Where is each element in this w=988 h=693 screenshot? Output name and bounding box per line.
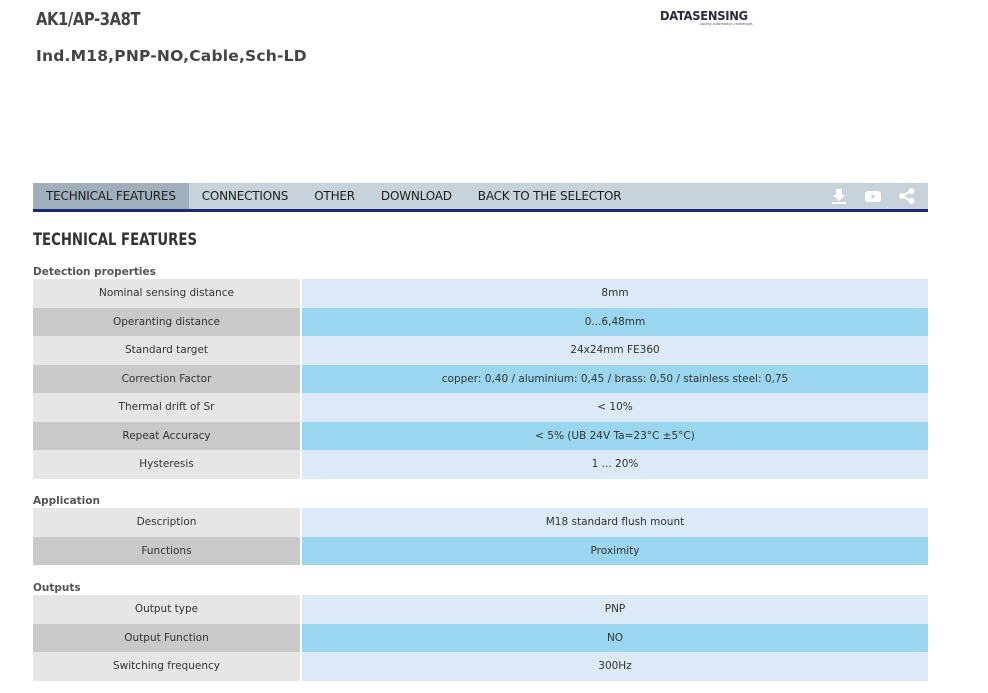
row-value: 8mm: [302, 279, 928, 308]
tab-connections[interactable]: CONNECTIONS: [189, 183, 301, 209]
row-value: < 10%: [302, 393, 928, 422]
product-page: AK1/AP-3A8T Ind.M18,PNP-NO,Cable,Sch-LD …: [0, 0, 988, 693]
tab-technical-features[interactable]: TECHNICAL FEATURES: [33, 183, 189, 209]
group-title-outputs: Outputs: [33, 582, 81, 594]
table-row: Correction Factor copper: 0,40 / alumini…: [33, 364, 928, 393]
product-description: Ind.M18,PNP-NO,Cable,Sch-LD: [36, 47, 307, 65]
tab-icon-group: [830, 183, 928, 209]
youtube-icon[interactable]: [864, 187, 882, 205]
row-label: Output Function: [33, 623, 302, 652]
table-row: Switching frequency 300Hz: [33, 652, 928, 681]
table-row: Output Function NO: [33, 623, 928, 652]
row-label: Operanting distance: [33, 307, 302, 336]
row-label: Hysteresis: [33, 450, 302, 479]
row-label: Switching frequency: [33, 652, 302, 681]
product-code: AK1/AP-3A8T: [36, 9, 141, 30]
row-value: copper: 0,40 / aluminium: 0,45 / brass: …: [302, 364, 928, 393]
row-label: Description: [33, 508, 302, 537]
tab-back-to-selector[interactable]: BACK TO THE SELECTOR: [465, 183, 635, 209]
section-title: TECHNICAL FEATURES: [33, 230, 198, 250]
row-label: Output type: [33, 595, 302, 624]
row-value: < 5% (UB 24V Ta=23°C ±5°C): [302, 421, 928, 450]
table-row: Repeat Accuracy < 5% (UB 24V Ta=23°C ±5°…: [33, 421, 928, 450]
download-icon[interactable]: [830, 187, 848, 205]
row-value: PNP: [302, 595, 928, 624]
spec-table-application: Description M18 standard flush mount Fun…: [33, 508, 928, 565]
table-row: Operanting distance 0...6,48mm: [33, 307, 928, 336]
row-value: NO: [302, 623, 928, 652]
table-row: Description M18 standard flush mount: [33, 508, 928, 537]
datasensing-logo[interactable]: DATASENSING saving automation challenges: [660, 8, 753, 29]
tab-download[interactable]: DOWNLOAD: [368, 183, 465, 209]
table-row: Functions Proximity: [33, 536, 928, 565]
row-label: Thermal drift of Sr: [33, 393, 302, 422]
row-value: 1 ... 20%: [302, 450, 928, 479]
row-label: Standard target: [33, 336, 302, 365]
row-value: M18 standard flush mount: [302, 508, 928, 537]
table-row: Hysteresis 1 ... 20%: [33, 450, 928, 479]
table-row: Nominal sensing distance 8mm: [33, 279, 928, 308]
group-title-application: Application: [33, 495, 100, 507]
row-label: Repeat Accuracy: [33, 421, 302, 450]
share-icon[interactable]: [898, 187, 916, 205]
row-value: Proximity: [302, 536, 928, 565]
table-row: Thermal drift of Sr < 10%: [33, 393, 928, 422]
table-row: Output type PNP: [33, 595, 928, 624]
row-value: 300Hz: [302, 652, 928, 681]
row-label: Correction Factor: [33, 364, 302, 393]
logo-text: DATASENSING: [660, 8, 748, 23]
group-title-detection: Detection properties: [33, 266, 156, 278]
table-row: Standard target 24x24mm FE360: [33, 336, 928, 365]
row-label: Functions: [33, 536, 302, 565]
row-value: 24x24mm FE360: [302, 336, 928, 365]
logo-tagline: saving automation challenges: [700, 22, 753, 26]
tab-other[interactable]: OTHER: [301, 183, 368, 209]
spec-table-outputs: Output type PNP Output Function NO Switc…: [33, 595, 928, 681]
spec-table-detection: Nominal sensing distance 8mm Operanting …: [33, 279, 928, 479]
row-label: Nominal sensing distance: [33, 279, 302, 308]
tab-bar: TECHNICAL FEATURES CONNECTIONS OTHER DOW…: [33, 183, 928, 212]
row-value: 0...6,48mm: [302, 307, 928, 336]
